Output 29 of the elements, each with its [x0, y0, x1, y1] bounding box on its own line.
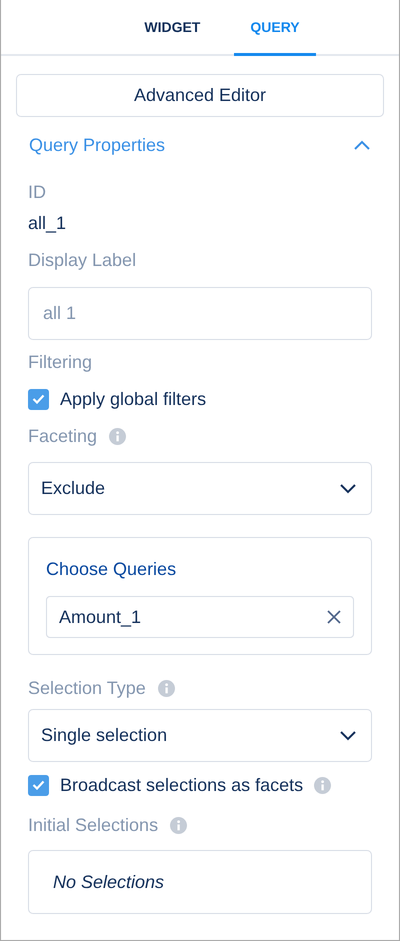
field-label: ID	[28, 182, 46, 202]
field-label: Selection Type	[28, 678, 146, 698]
field-label: Initial Selections	[28, 814, 158, 836]
info-icon[interactable]	[109, 428, 126, 444]
empty-text: No Selections	[53, 872, 164, 892]
tab[interactable]: WIDGET	[128, 0, 216, 56]
checkbox-label[interactable]: Broadcast selections as facets	[60, 774, 304, 796]
input-field[interactable]: all 1	[28, 287, 372, 340]
query-pill[interactable]: Amount_1	[46, 596, 354, 638]
info-icon[interactable]	[170, 816, 188, 834]
tab[interactable]: QUERY	[234, 0, 316, 56]
info-icon[interactable]	[158, 680, 175, 696]
checkbox[interactable]	[28, 388, 49, 410]
checkbox[interactable]	[28, 774, 49, 796]
field-label: Faceting	[28, 426, 98, 446]
advanced-editor-button[interactable]: Advanced Editor	[16, 74, 384, 117]
checkbox-label[interactable]: Apply global filters	[60, 388, 206, 410]
field-label: Filtering	[28, 352, 92, 372]
field-value: all_1	[28, 212, 68, 235]
checkmark-icon	[32, 394, 45, 404]
close-icon[interactable]	[327, 610, 341, 624]
dropdown[interactable]: Single selection	[28, 709, 372, 762]
chevron-icon[interactable]	[339, 483, 357, 494]
info-icon[interactable]	[314, 776, 332, 794]
field-label: Display Label	[28, 250, 136, 270]
chevron-icon[interactable]	[339, 730, 357, 741]
panel-title: Choose Queries	[46, 558, 178, 581]
checkmark-icon	[32, 780, 45, 790]
dropdown[interactable]: Exclude	[28, 462, 372, 515]
